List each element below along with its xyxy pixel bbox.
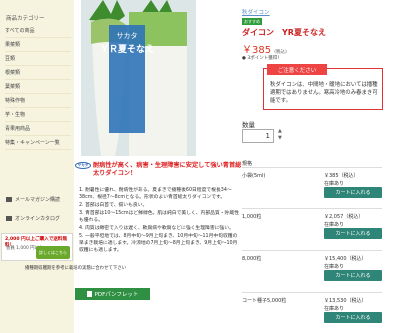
quantity-up-icon[interactable]: ▲ <box>278 128 282 135</box>
add-to-cart-button[interactable]: カートに入れる <box>324 312 382 323</box>
variant-name: 8,000粒 <box>242 256 262 262</box>
seed-mark-icon: サカタ <box>75 162 91 169</box>
list-item: 1. 耐暑性に優れ、耐病性がある。夏まきで播種後60日程度で根長34～38cm、… <box>79 188 232 200</box>
pdf-pamphlet-button[interactable]: PDFパンフレット <box>75 288 150 300</box>
variant-stock: 在庫あり <box>324 181 345 187</box>
description-headline: 耐病性が高く、病害・生理障害に安定して強い青首総太りダイコン！ <box>93 162 242 177</box>
pdf-pamphlet-label: PDFパンフレット <box>94 292 139 298</box>
variant-stock: 在庫あり <box>324 222 345 228</box>
sidebar-item-leaf-vegetables[interactable]: 葉菜類 <box>5 80 71 94</box>
variant-name: 1,000粒 <box>242 214 262 220</box>
sidebar-item-beans[interactable]: 豆類 <box>5 52 71 66</box>
add-to-cart-button[interactable]: カートに入れる <box>324 187 382 198</box>
quantity-down-icon[interactable]: ▼ <box>278 135 282 142</box>
sidebar-item-potatoes[interactable]: 芋・生物 <box>5 108 71 122</box>
sidebar-item-root-vegetables[interactable]: 根菜類 <box>5 66 71 80</box>
list-item: 2. 首部は白首で、揃いも良い。 <box>79 203 148 208</box>
notice-header: ご注意ください <box>267 64 327 75</box>
notice-text: 秋ダイコンは、中間地・暖地においては播種適期ではありません。寒高冷地のみ春まき可… <box>270 82 378 104</box>
variant-name: コート種子5,000粒 <box>242 298 287 304</box>
add-to-cart-button[interactable]: カートに入れる <box>324 270 382 281</box>
variant-stock: 在庫あり <box>324 306 345 312</box>
package-logo-text: サカタ <box>117 31 138 40</box>
variant-row: 小袋(5ml) ￥385（税込） 在庫あり カートに入れる <box>242 167 382 204</box>
mail-magazine-link[interactable]: メールマガジン購読 <box>6 196 60 203</box>
brand-link[interactable]: 秋ダイコン <box>242 8 270 16</box>
free-shipping-banner[interactable]: 2,000 円以上ご購入で送料無料！ 会員 1,000 円以上 詳しくはこちら <box>1 233 73 261</box>
sidebar-item-produce[interactable]: 青果用商品 <box>5 122 71 136</box>
radish-package-image: サカタ ＹＲ夏そなえ <box>81 0 196 156</box>
sidebar-title: 商品カテゴリー <box>6 16 45 22</box>
notice-box: ご注意ください 秋ダイコンは、中間地・暖地においては播種適期ではありません。寒高… <box>263 64 383 110</box>
variant-name: 小袋(5ml) <box>242 173 266 179</box>
book-icon <box>6 216 12 221</box>
variants-label: 規格 <box>242 161 253 167</box>
variant-price: ￥15,400（税込） <box>324 256 367 262</box>
list-item: 4. 肉質は緻密で入りは遅く、軟腐病や軟腐などに強く生理障害に強い。 <box>79 226 234 231</box>
variant-price: ￥13,530（税込） <box>324 298 367 304</box>
variant-row: コート種子5,000粒 ￥13,530（税込） 在庫あり カートに入れる <box>242 292 382 329</box>
sidebar-item-special-crops[interactable]: 特殊作物 <box>5 94 71 108</box>
variant-price: ￥2,057（税込） <box>324 214 364 220</box>
variant-price: ￥385（税込） <box>324 173 359 179</box>
variant-row: 8,000粒 ￥15,400（税込） 在庫あり カートに入れる <box>242 250 382 287</box>
sidebar: 商品カテゴリー すべての商品 果菜類 豆類 根菜類 葉菜類 特殊作物 芋・生物 … <box>0 0 74 333</box>
feature-list: 1. 耐暑性に優れ、耐病性がある。夏まきで播種後60日程度で根長34～38cm、… <box>79 187 239 255</box>
description-footnote: 播種期収穫期を参考に栽培の実態に合わせて下さい <box>25 266 126 271</box>
banner-button[interactable]: 詳しくはこちら <box>36 246 70 259</box>
quantity-label: 数量 <box>242 121 255 129</box>
pdf-icon <box>86 291 92 297</box>
mail-icon <box>6 197 12 202</box>
product-price: ￥385 (税込) <box>242 41 287 56</box>
add-to-cart-button[interactable]: カートに入れる <box>324 228 382 239</box>
product-image[interactable]: サカタ ＹＲ夏そなえ <box>81 0 196 156</box>
sidebar-item-all[interactable]: すべての商品 <box>5 24 71 38</box>
list-item: 5. 一般平坦地では、8月中旬～9月上旬まき、10月中旬～11月中旬収穫の早まき… <box>79 234 238 253</box>
points-text: 3ポイント獲得！ <box>247 56 282 61</box>
list-item: 3. 青首部は10～15cmほど鮮緑色。肌は純白で美しく、内部品質・貯蔵性も優れ… <box>79 211 239 223</box>
variant-row: 1,000粒 ￥2,057（税込） 在庫あり カートに入れる <box>242 208 382 245</box>
quantity-input[interactable]: 1 <box>242 129 274 143</box>
package-title: ＹＲ夏そなえ <box>100 44 154 55</box>
online-catalog-label: オンラインカタログ <box>15 216 61 222</box>
variant-stock: 在庫あり <box>324 264 345 270</box>
product-name: ダイコン YR夏そなえ <box>242 28 326 37</box>
online-catalog-link[interactable]: オンラインカタログ <box>6 215 60 222</box>
points-label: ● 3ポイント獲得！ <box>242 56 282 61</box>
mail-magazine-label: メールマガジン購読 <box>15 197 61 203</box>
sidebar-item-features[interactable]: 特集・キャンペーン一覧 <box>5 136 71 150</box>
recommend-tag: おすすめ <box>242 18 262 25</box>
quantity-stepper[interactable]: ▲ ▼ <box>278 128 282 142</box>
sidebar-item-fruit-vegetables[interactable]: 果菜類 <box>5 38 71 52</box>
